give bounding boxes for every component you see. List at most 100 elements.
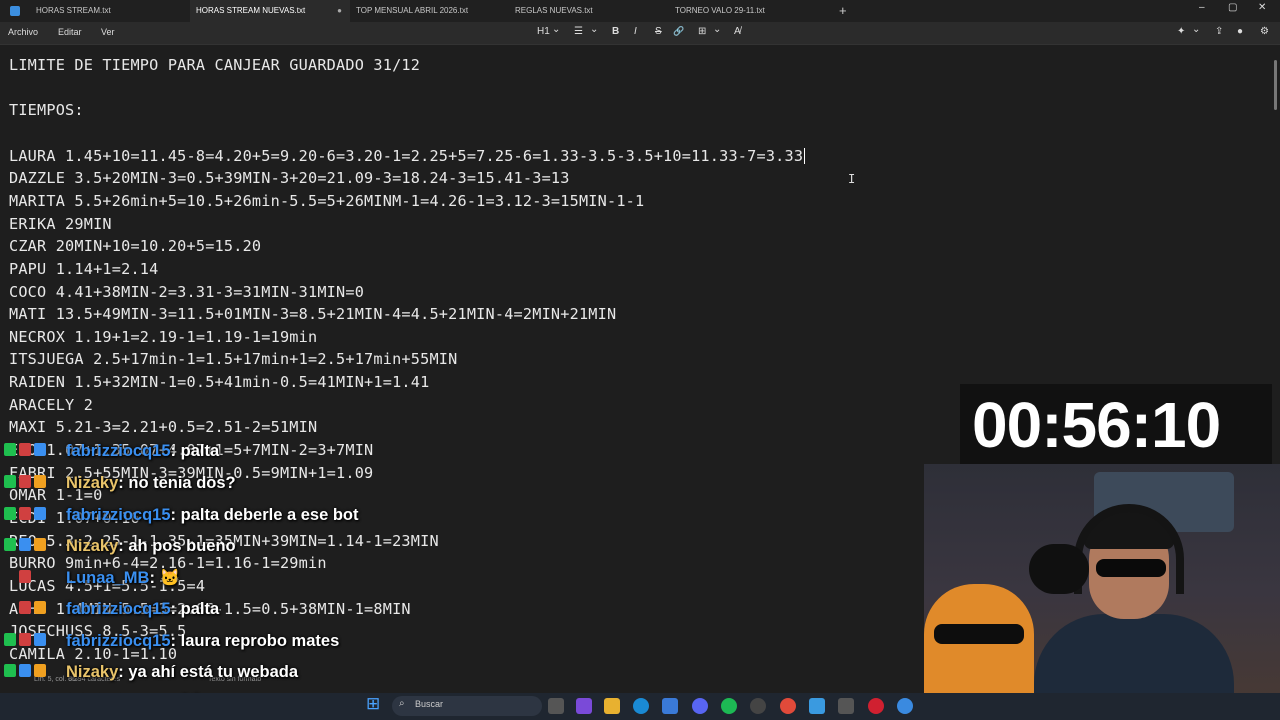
editor-line[interactable]: RAIDEN 1.5+32MIN-1=0.5+41min-0.5=41MIN+1… [9, 373, 429, 391]
file-explorer-icon[interactable] [604, 698, 620, 714]
chat-username: fabrizziocq15 [66, 632, 171, 650]
chat-message: fabrizziocq15: palta [4, 442, 219, 466]
menu-file[interactable]: Archivo [8, 27, 38, 37]
chevron-down-icon: ⌄ [590, 24, 599, 35]
spotify-icon[interactable] [721, 698, 737, 714]
clear-formatting-icon[interactable]: A̸ [734, 26, 741, 37]
link-icon[interactable]: 🔗 [673, 26, 684, 37]
strikethrough-button[interactable]: S [655, 26, 662, 37]
calculator-icon[interactable] [838, 698, 854, 714]
editor-line[interactable]: MARITA 5.5+26min+5=10.5+26min-5.5=5+26MI… [9, 192, 644, 210]
tab-horas-stream-nuevas[interactable]: HORAS STREAM NUEVAS.txt ● [190, 0, 350, 22]
webcam-microphone [1029, 544, 1089, 594]
taskbar-search-placeholder: Buscar [415, 699, 444, 709]
search-icon: ⌕ [399, 698, 405, 709]
close-button[interactable]: ✕ [1258, 2, 1266, 13]
editor-line[interactable]: DAZZLE 3.5+20MIN-3=0.5+39MIN-3+20=21.09-… [9, 169, 570, 187]
chrome-icon[interactable] [780, 698, 796, 714]
tab-label: TOP MENSUAL ABRIL 2026.txt [356, 6, 469, 15]
tab-label: REGLAS NUEVAS.txt [515, 6, 593, 15]
editor-line[interactable]: ITSJUEGA 2.5+17min-1=1.5+17min+1=2.5+17m… [9, 350, 458, 368]
tab-label: HORAS STREAM.txt [36, 6, 111, 15]
bold-button[interactable]: B [612, 26, 619, 37]
chat-message: Lunaa_MB: 🐱 [4, 569, 180, 593]
chat-overlay: fabrizziocq15: palta Nizaky: no tenia do… [0, 440, 540, 715]
chat-badges [4, 537, 62, 553]
obs-icon[interactable] [750, 698, 766, 714]
chat-message: fabrizziocq15: laura reprobo mates [4, 632, 339, 656]
chat-message: Nizaky: ya ahí está tu webada [4, 663, 298, 687]
chat-text: : palta deberle a ese bot [170, 506, 359, 524]
menu-edit[interactable]: Editar [58, 27, 82, 37]
chat-text: : palta [170, 442, 220, 460]
maximize-button[interactable]: ▢ [1228, 2, 1237, 13]
store-icon[interactable] [662, 698, 678, 714]
share-icon[interactable]: ⇪ [1215, 26, 1223, 37]
list-icon[interactable]: ☰ [574, 26, 583, 37]
chat-badges [4, 442, 62, 458]
heading-dropdown[interactable]: H1 [537, 26, 550, 37]
edge-browser-icon[interactable] [633, 698, 649, 714]
editor-line[interactable]: PAPU 1.14+1=2.14 [9, 260, 159, 278]
chat-text: : ya ahí está tu webada [118, 663, 299, 681]
editor-line[interactable]: TIEMPOS: [9, 101, 84, 119]
editor-line[interactable]: MATI 13.5+49MIN-3=11.5+01MIN-3=8.5+21MIN… [9, 305, 616, 323]
chat-username: Nizaky [66, 663, 119, 681]
widgets-icon[interactable] [576, 698, 592, 714]
menu-bar: Archivo Editar Ver H1 ⌄ ☰ ⌄ B I S 🔗 ⊞ ⌄ … [0, 22, 1280, 45]
notepad-app-icon [10, 6, 20, 16]
account-icon[interactable]: ● [1237, 26, 1243, 37]
chevron-down-icon: ⌄ [713, 24, 722, 35]
tab-torneo-valo[interactable]: TORNEO VALO 29-11.txt [669, 0, 829, 22]
italic-button[interactable]: I [634, 26, 637, 37]
notepad-taskbar-icon[interactable] [809, 698, 825, 714]
editor-line[interactable]: ERIKA 29MIN [9, 215, 112, 233]
editor-line[interactable]: LIMITE DE TIEMPO PARA CANJEAR GUARDADO 3… [9, 56, 420, 74]
minimize-button[interactable]: – [1199, 2, 1205, 13]
discord-icon[interactable] [692, 698, 708, 714]
webcam-plush-sunglasses [934, 624, 1024, 644]
chat-message: fabrizziocq15: palta [4, 600, 219, 624]
chat-badges [4, 663, 62, 679]
chat-text: : ah pos bueno [118, 537, 236, 555]
windows-start-icon[interactable]: ⊞ [366, 694, 380, 714]
webcam-feed [924, 464, 1280, 720]
tab-reglas-nuevas[interactable]: REGLAS NUEVAS.txt [509, 0, 669, 22]
chat-text: : palta [170, 600, 220, 618]
chat-username: Nizaky [66, 474, 119, 492]
opera-icon[interactable] [868, 698, 884, 714]
stream-timer: 00:56:10 [972, 389, 1221, 461]
tab-bar: HORAS STREAM.txt HORAS STREAM NUEVAS.txt… [0, 0, 1280, 22]
task-view-icon[interactable] [548, 698, 564, 714]
chat-badges [4, 506, 62, 522]
chat-username: fabrizziocq15 [66, 600, 171, 618]
editor-line[interactable]: LAURA 1.45+10=11.45-8=4.20+5=9.20-6=3.20… [9, 147, 806, 165]
text-caret [804, 147, 806, 164]
app-icon[interactable] [897, 698, 913, 714]
chat-text: : laura reprobo mates [170, 632, 340, 650]
menu-view[interactable]: Ver [101, 27, 115, 37]
editor-line[interactable]: COCO 4.41+38MIN-2=3.31-3=31MIN-31MIN=0 [9, 283, 364, 301]
tab-horas-stream[interactable]: HORAS STREAM.txt [24, 0, 190, 22]
ibeam-cursor-icon: I [848, 172, 856, 186]
chat-message: Nizaky: ah pos bueno [4, 537, 236, 561]
editor-line[interactable]: ARACELY 2 [9, 396, 93, 414]
copilot-icon[interactable]: ✦ [1177, 26, 1185, 37]
table-icon[interactable]: ⊞ [698, 26, 706, 37]
settings-gear-icon[interactable]: ⚙ [1260, 26, 1269, 37]
chat-badges [4, 474, 62, 490]
vertical-scrollbar[interactable] [1274, 60, 1277, 110]
chat-username: fabrizziocq15 [66, 442, 171, 460]
editor-line[interactable]: CZAR 20MIN+10=10.20+5=15.20 [9, 237, 261, 255]
editor-line[interactable]: NECROX 1.19+1=2.19-1=1.19-1=19min [9, 328, 317, 346]
chat-username: Nizaky [66, 537, 119, 555]
unsaved-dot-icon[interactable]: ● [337, 0, 342, 22]
editor-line[interactable]: MAXI 5.21-3=2.21+0.5=2.51-2=51MIN [9, 418, 317, 436]
chat-username: Lunaa_MB [66, 569, 150, 587]
tab-top-mensual[interactable]: TOP MENSUAL ABRIL 2026.txt [350, 0, 510, 22]
chat-message: fabrizziocq15: palta deberle a ese bot [4, 506, 359, 530]
tab-label: TORNEO VALO 29-11.txt [675, 6, 765, 15]
new-tab-button[interactable]: + [839, 3, 847, 18]
chevron-down-icon: ⌄ [552, 24, 561, 35]
tab-label: HORAS STREAM NUEVAS.txt [196, 6, 306, 15]
